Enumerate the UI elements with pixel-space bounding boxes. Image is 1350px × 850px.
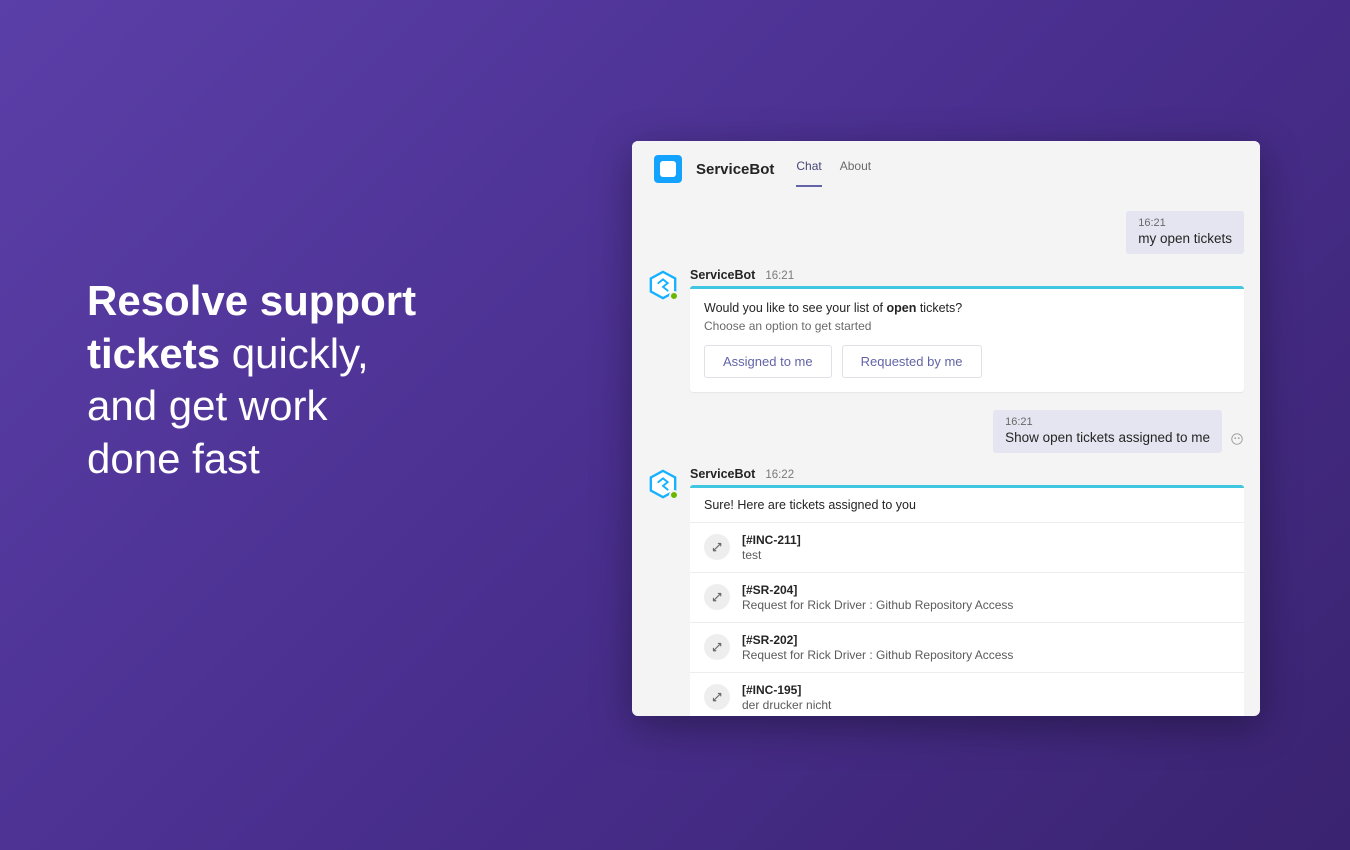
app-tabs: Chat About bbox=[796, 159, 871, 179]
ticket-type-icon bbox=[704, 634, 730, 660]
bot-message-row: ServiceBot 16:22 Sure! Here are tickets … bbox=[648, 467, 1244, 716]
ticket-id: [#SR-202] bbox=[742, 633, 1013, 647]
hero-rest-1: quickly, bbox=[220, 330, 369, 377]
user-message-row: 16:21 Show open tickets assigned to me bbox=[648, 410, 1244, 453]
message-text: my open tickets bbox=[1138, 231, 1232, 246]
message-timestamp: 16:21 bbox=[1005, 416, 1210, 428]
ticket-list-card: Sure! Here are tickets assigned to you [… bbox=[690, 485, 1244, 716]
requested-by-me-button[interactable]: Requested by me bbox=[842, 345, 982, 378]
ticket-id: [#INC-195] bbox=[742, 683, 831, 697]
hero-rest-2: and get work bbox=[87, 382, 327, 429]
hero-bold-line2: tickets bbox=[87, 330, 220, 377]
user-message-bubble[interactable]: 16:21 my open tickets bbox=[1126, 211, 1244, 254]
ticket-type-icon bbox=[704, 534, 730, 560]
hero-bold-line1: Resolve support bbox=[87, 277, 416, 324]
app-header: ServiceBot Chat About bbox=[632, 141, 1260, 193]
bot-sender-name: ServiceBot bbox=[690, 268, 755, 282]
ticket-list-intro: Sure! Here are tickets assigned to you bbox=[690, 485, 1244, 522]
ticket-id: [#INC-211] bbox=[742, 533, 801, 547]
user-message-row: 16:21 my open tickets bbox=[648, 211, 1244, 254]
message-text: Show open tickets assigned to me bbox=[1005, 430, 1210, 445]
teams-chat-window: ServiceBot Chat About 16:21 my open tick… bbox=[632, 141, 1260, 716]
bot-avatar bbox=[648, 270, 678, 300]
chat-scroll-area: 16:21 my open tickets ServiceBot 16:21 bbox=[632, 193, 1260, 716]
assigned-to-me-button[interactable]: Assigned to me bbox=[704, 345, 832, 378]
bot-sender-name: ServiceBot bbox=[690, 467, 755, 481]
bot-avatar bbox=[648, 469, 678, 499]
tab-chat[interactable]: Chat bbox=[796, 159, 821, 179]
user-message-bubble[interactable]: 16:21 Show open tickets assigned to me bbox=[993, 410, 1222, 453]
ticket-row[interactable]: [#INC-195]der drucker nicht bbox=[690, 672, 1244, 716]
message-timestamp: 16:21 bbox=[1138, 217, 1232, 229]
ticket-row[interactable]: [#INC-211]test bbox=[690, 522, 1244, 572]
ticket-id: [#SR-204] bbox=[742, 583, 1013, 597]
ticket-type-icon bbox=[704, 684, 730, 710]
ticket-subject: Request for Rick Driver : Github Reposit… bbox=[742, 598, 1013, 612]
card-subtext: Choose an option to get started bbox=[704, 319, 1230, 333]
app-title: ServiceBot bbox=[696, 161, 774, 178]
hero-headline: Resolve support tickets quickly, and get… bbox=[87, 275, 416, 485]
hero-rest-3: done fast bbox=[87, 435, 260, 482]
tab-about[interactable]: About bbox=[840, 159, 871, 179]
bot-adaptive-card: Would you like to see your list of open … bbox=[690, 286, 1244, 392]
ticket-type-icon bbox=[704, 584, 730, 610]
presence-available-icon bbox=[669, 490, 679, 500]
servicebot-logo bbox=[654, 155, 682, 183]
ticket-subject: Request for Rick Driver : Github Reposit… bbox=[742, 648, 1013, 662]
bot-message-row: ServiceBot 16:21 Would you like to see y… bbox=[648, 268, 1244, 392]
presence-available-icon bbox=[669, 291, 679, 301]
ticket-subject: der drucker nicht bbox=[742, 698, 831, 712]
seen-status-icon bbox=[1230, 432, 1244, 446]
message-timestamp: 16:21 bbox=[765, 270, 794, 282]
ticket-subject: test bbox=[742, 548, 801, 562]
ticket-row[interactable]: [#SR-204]Request for Rick Driver : Githu… bbox=[690, 572, 1244, 622]
message-timestamp: 16:22 bbox=[765, 469, 794, 481]
ticket-row[interactable]: [#SR-202]Request for Rick Driver : Githu… bbox=[690, 622, 1244, 672]
card-prompt: Would you like to see your list of open … bbox=[704, 301, 1230, 315]
